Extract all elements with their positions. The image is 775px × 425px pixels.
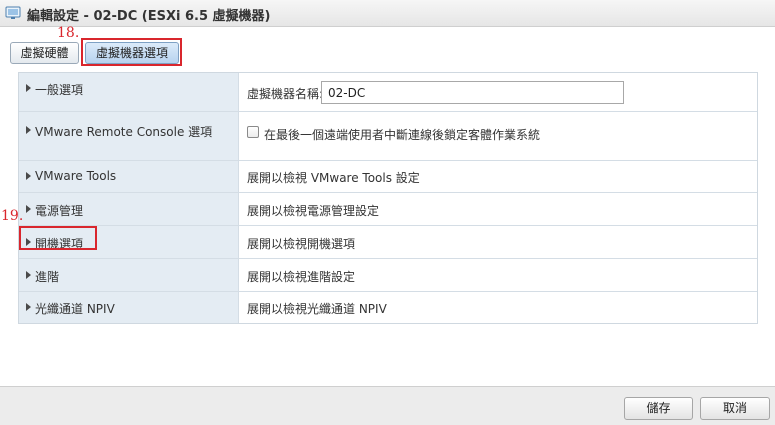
row-vmrc-options: VMware Remote Console 選項 在最後一個遠端使用者中斷連線後… bbox=[19, 112, 757, 161]
vmrc-options-content: 在最後一個遠端使用者中斷連線後鎖定客體作業系統 bbox=[240, 112, 757, 160]
vmware-tools-value: 展開以檢視 VMware Tools 設定 bbox=[247, 171, 420, 185]
vm-options-table: 一般選項 虛擬機器名稱: VMware Remote Console 選項 在最… bbox=[18, 72, 758, 324]
vmrc-options-label: VMware Remote Console 選項 bbox=[35, 125, 213, 139]
vmware-tools-label: VMware Tools bbox=[35, 169, 117, 183]
save-button[interactable]: 儲存 bbox=[624, 397, 693, 420]
row-power-management: 電源管理 展開以檢視電源管理設定 bbox=[19, 193, 757, 226]
callout-number-18: 18. bbox=[57, 25, 80, 41]
fibre-channel-npiv-value: 展開以檢視光纖通道 NPIV bbox=[247, 302, 387, 316]
vm-icon bbox=[5, 6, 21, 19]
dialog-title: 編輯設定 - 02-DC (ESXi 6.5 虛擬機器) bbox=[27, 9, 271, 24]
vmware-tools-content: 展開以檢視 VMware Tools 設定 bbox=[240, 161, 757, 192]
dialog-footer: 儲存 取消 bbox=[0, 386, 775, 425]
boot-options-content: 展開以檢視開機選項 bbox=[240, 226, 757, 258]
boot-options-toggle[interactable]: 開機選項 bbox=[19, 226, 239, 258]
vmware-tools-toggle[interactable]: VMware Tools bbox=[19, 161, 239, 192]
caret-right-icon bbox=[26, 303, 31, 311]
row-boot-options: 開機選項 展開以檢視開機選項 bbox=[19, 226, 757, 259]
tab-vm-options[interactable]: 虛擬機器選項 bbox=[85, 42, 179, 64]
caret-right-icon bbox=[26, 271, 31, 279]
row-general-options: 一般選項 虛擬機器名稱: bbox=[19, 73, 757, 112]
callout-number-19: 19. bbox=[1, 208, 24, 224]
general-options-content: 虛擬機器名稱: bbox=[240, 73, 757, 111]
power-management-content: 展開以檢視電源管理設定 bbox=[240, 193, 757, 225]
caret-right-icon bbox=[26, 172, 31, 180]
caret-right-icon bbox=[26, 238, 31, 246]
dialog-title-bar: 編輯設定 - 02-DC (ESXi 6.5 虛擬機器) bbox=[0, 0, 775, 27]
caret-right-icon bbox=[26, 126, 31, 134]
advanced-content: 展開以檢視進階設定 bbox=[240, 259, 757, 291]
advanced-value: 展開以檢視進階設定 bbox=[247, 270, 356, 284]
tab-virtual-hardware[interactable]: 虛擬硬體 bbox=[10, 42, 79, 64]
vm-name-label: 虛擬機器名稱: bbox=[247, 87, 324, 101]
general-options-label: 一般選項 bbox=[35, 83, 84, 97]
advanced-label: 進階 bbox=[35, 270, 60, 284]
power-management-label: 電源管理 bbox=[35, 204, 84, 218]
power-management-toggle[interactable]: 電源管理 bbox=[19, 193, 239, 225]
row-vmware-tools: VMware Tools 展開以檢視 VMware Tools 設定 bbox=[19, 161, 757, 193]
caret-right-icon bbox=[26, 205, 31, 213]
row-advanced: 進階 展開以檢視進階設定 bbox=[19, 259, 757, 292]
lock-guest-os-label: 在最後一個遠端使用者中斷連線後鎖定客體作業系統 bbox=[264, 128, 541, 142]
fibre-channel-npiv-label: 光纖通道 NPIV bbox=[35, 302, 115, 316]
cancel-button[interactable]: 取消 bbox=[700, 397, 770, 420]
vmrc-options-toggle[interactable]: VMware Remote Console 選項 bbox=[19, 112, 239, 160]
boot-options-value: 展開以檢視開機選項 bbox=[247, 237, 356, 251]
row-fibre-channel-npiv: 光纖通道 NPIV 展開以檢視光纖通道 NPIV bbox=[19, 292, 757, 323]
general-options-toggle[interactable]: 一般選項 bbox=[19, 73, 239, 111]
vm-name-input[interactable] bbox=[321, 81, 624, 104]
boot-options-label: 開機選項 bbox=[35, 237, 84, 251]
power-management-value: 展開以檢視電源管理設定 bbox=[247, 204, 380, 218]
fibre-channel-npiv-toggle[interactable]: 光纖通道 NPIV bbox=[19, 292, 239, 323]
caret-right-icon bbox=[26, 84, 31, 92]
advanced-toggle[interactable]: 進階 bbox=[19, 259, 239, 291]
lock-guest-os-checkbox[interactable] bbox=[247, 126, 259, 138]
fibre-channel-npiv-content: 展開以檢視光纖通道 NPIV bbox=[240, 292, 757, 323]
